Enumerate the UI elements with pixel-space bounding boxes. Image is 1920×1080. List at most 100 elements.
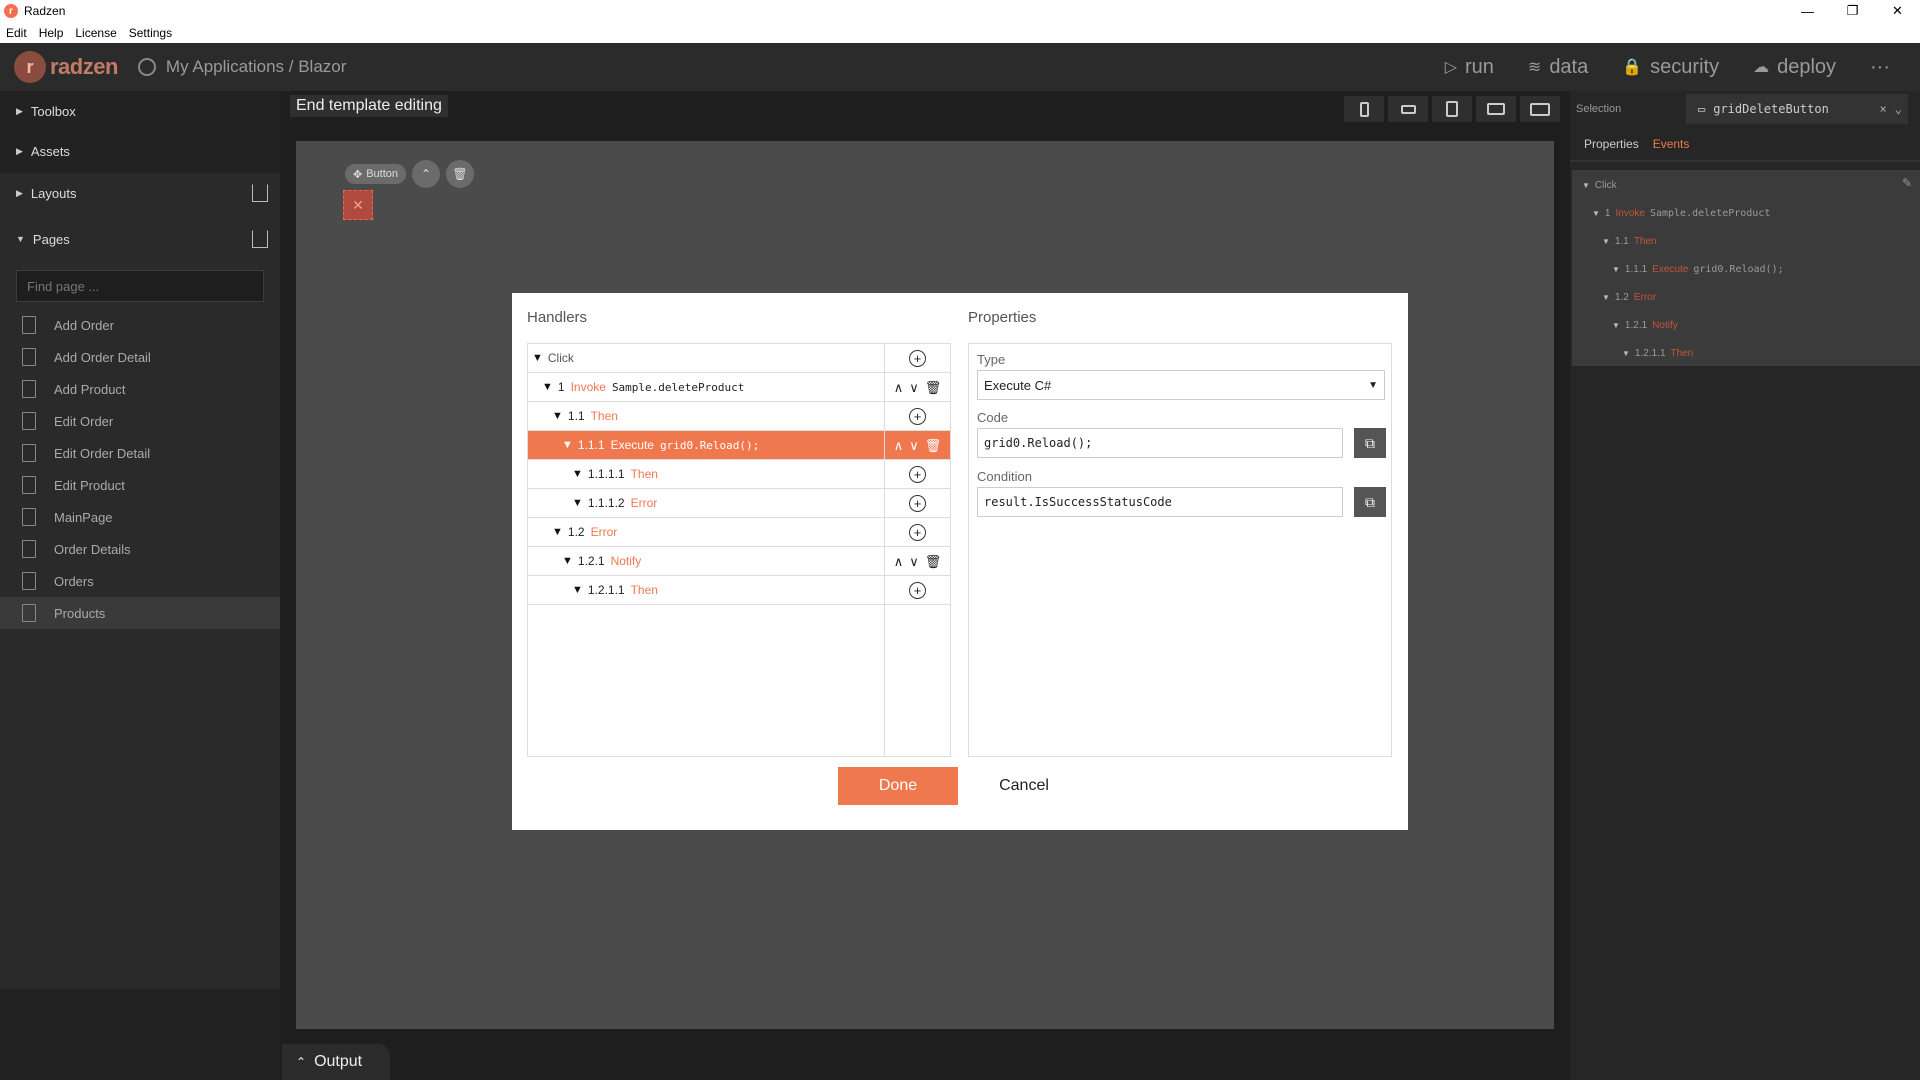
move-down-icon[interactable]: ∨ [909,380,919,396]
done-button[interactable]: Done [838,767,958,805]
handler-row-1-1-1[interactable]: ▼ 1.1.1 Execute grid0.Reload(); ∧ ∨ 🗑 [528,431,950,460]
page-item-edit-product[interactable]: Edit Product [0,469,280,501]
handler-row-click[interactable]: ▼ Click + [528,344,950,373]
handler-row-1-2-1[interactable]: ▼ 1.2.1 Notify ∧ ∨ 🗑 [528,547,950,576]
find-page-input[interactable] [16,270,264,302]
end-template-editing-button[interactable]: End template editing [290,95,448,117]
device-desktop-button[interactable] [1520,96,1560,122]
deploy-button[interactable]: ☁ deploy [1753,56,1836,79]
device-tablet-landscape-button[interactable] [1476,96,1516,122]
handler-row-1-1-1-2[interactable]: ▼ 1.1.1.2 Error + [528,489,950,518]
caret-down-icon: ▼ [16,234,25,244]
page-item-add-order[interactable]: Add Order [0,309,280,341]
output-toggle[interactable]: ⌃ Output [282,1044,390,1080]
tree-text: grid0.Reload(); [1693,264,1784,275]
tree-row[interactable]: ▼ 1.1.1 Execute grid0.Reload(); [1612,264,1784,275]
add-handler-icon[interactable]: + [909,495,926,512]
handler-row-1[interactable]: ▼ 1 Invoke Sample.deleteProduct ∧ ∨ 🗑 [528,373,950,402]
tab-properties[interactable]: Properties [1584,137,1639,151]
minimize-button[interactable]: — [1785,0,1830,22]
edit-code-button[interactable]: ⧉ [1354,428,1386,458]
tree-row[interactable]: ▼ 1.2.1.1 Then [1622,348,1698,359]
move-down-icon[interactable]: ∨ [909,554,919,570]
type-select[interactable]: Execute C# ▼ [977,370,1385,400]
select-parent-button[interactable]: ⌃ [412,160,441,188]
device-phone-landscape-button[interactable] [1388,96,1428,122]
device-tablet-button[interactable] [1432,96,1472,122]
add-page-icon[interactable] [252,230,268,248]
page-icon [22,380,36,398]
page-item-mainpage[interactable]: MainPage [0,501,280,533]
section-layouts[interactable]: ▶ Layouts [0,173,280,213]
cancel-button[interactable]: Cancel [974,767,1074,805]
page-label: Orders [54,573,94,589]
page-item-products[interactable]: Products [0,597,280,629]
device-phone-button[interactable] [1344,96,1384,122]
selection-dropdown[interactable]: ▭ gridDeleteButton × ⌄ [1686,94,1908,124]
menu-settings[interactable]: Settings [129,26,172,40]
add-layout-icon[interactable] [252,184,268,202]
close-window-button[interactable]: ✕ [1875,0,1920,22]
add-handler-icon[interactable]: + [909,524,926,541]
tree-row[interactable]: ▼ 1.2 Error [1602,292,1661,303]
section-pages[interactable]: ▼ Pages [0,219,280,259]
handler-row-1-2-1-1[interactable]: ▼ 1.2.1.1 Then + [528,576,950,605]
move-down-icon[interactable]: ∨ [909,438,919,454]
move-up-icon[interactable]: ∧ [894,380,904,396]
breadcrumb[interactable]: My Applications / Blazor [137,57,346,77]
menu-help[interactable]: Help [39,26,64,40]
menu-edit[interactable]: Edit [6,26,27,40]
section-assets[interactable]: ▶ Assets [0,131,280,171]
caret-down-icon: ▼ [1622,349,1630,358]
add-handler-icon[interactable]: + [909,582,926,599]
tab-events[interactable]: Events [1653,137,1690,151]
selected-delete-button[interactable]: ✕ [343,190,373,220]
applications-icon [137,58,156,76]
tree-row[interactable]: ▼ 1 Invoke Sample.deleteProduct [1592,208,1770,219]
move-up-icon[interactable]: ∧ [894,554,904,570]
code-input[interactable]: grid0.Reload(); [977,428,1343,458]
security-button[interactable]: 🔒 security [1622,56,1719,79]
add-handler-icon[interactable]: + [909,466,926,483]
edit-events-icon[interactable]: ✎ [1902,176,1912,190]
tree-row[interactable]: ▼ 1.1 Then [1602,236,1662,247]
condition-label: Condition [977,469,1032,484]
menu-license[interactable]: License [75,26,116,40]
clear-selection-icon[interactable]: × [1880,102,1887,116]
section-toolbox[interactable]: ▶ Toolbox [0,91,280,131]
trash-icon[interactable]: 🗑 [925,438,942,454]
move-up-icon[interactable]: ∧ [894,438,904,454]
more-button[interactable]: ··· [1870,56,1890,79]
handler-row-1-1[interactable]: ▼ 1.1 Then + [528,402,950,431]
handler-row-1-1-1-1[interactable]: ▼ 1.1.1.1 Then + [528,460,950,489]
tree-row[interactable]: ▼ 1.2.1 Notify [1612,320,1683,331]
restore-button[interactable]: ❐ [1830,0,1875,22]
data-button[interactable]: ≋ data [1528,56,1588,79]
trash-icon[interactable]: 🗑 [925,554,942,570]
caret-down-icon: ▼ [552,526,563,538]
page-icon [22,444,36,462]
chevron-down-icon[interactable]: ⌄ [1895,102,1902,116]
tree-kw: Notify [1652,320,1678,331]
handler-num: 1.1.1.2 [587,496,625,510]
move-button-pill[interactable]: ✥ Button [345,164,407,184]
delete-component-button[interactable]: 🗑 [446,160,475,188]
page-item-orders[interactable]: Orders [0,565,280,597]
handler-row-1-2[interactable]: ▼ 1.2 Error + [528,518,950,547]
phone-landscape-icon [1400,104,1416,114]
caret-down-icon: ▼ [1582,181,1590,190]
page-item-add-order-detail[interactable]: Add Order Detail [0,341,280,373]
condition-input[interactable]: result.IsSuccessStatusCode [977,487,1343,517]
add-handler-icon[interactable]: + [909,350,926,367]
page-item-add-product[interactable]: Add Product [0,373,280,405]
page-item-edit-order-detail[interactable]: Edit Order Detail [0,437,280,469]
page-item-edit-order[interactable]: Edit Order [0,405,280,437]
run-button[interactable]: ▷ run [1445,56,1494,79]
deploy-label: deploy [1777,55,1837,78]
tree-row[interactable]: ▼ Click [1582,180,1617,191]
trash-icon[interactable]: 🗑 [925,380,942,396]
add-handler-icon[interactable]: + [909,408,926,425]
edit-condition-button[interactable]: ⧉ [1354,487,1386,517]
brand[interactable]: r radzen [14,51,118,83]
page-item-order-details[interactable]: Order Details [0,533,280,565]
